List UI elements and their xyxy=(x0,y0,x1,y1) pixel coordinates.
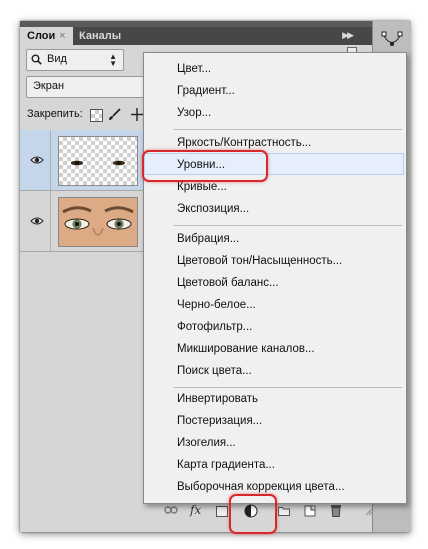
resize-grip-icon[interactable] xyxy=(364,507,372,515)
lock-move-icon[interactable] xyxy=(131,108,143,121)
menu-item-hue-saturation[interactable]: Цветовой тон/Насыщенность... xyxy=(177,255,342,267)
trash-icon[interactable] xyxy=(330,504,342,517)
menu-item-color-lookup[interactable]: Поиск цвета... xyxy=(177,365,252,377)
visibility-toggle[interactable] xyxy=(20,130,51,190)
blend-mode-select[interactable]: Экран xyxy=(26,76,146,98)
menu-item-selective-color[interactable]: Выборочная коррекция цвета... xyxy=(177,481,345,493)
eye-icon xyxy=(30,217,44,225)
tab-layers-label: Слои xyxy=(27,30,56,42)
menu-item-exposure[interactable]: Экспозиция... xyxy=(177,203,249,215)
layer-thumbnail-face xyxy=(58,197,138,247)
panel-tabs: Слои × Каналы ▶▶ xyxy=(20,27,372,45)
menu-item-curves[interactable]: Кривые... xyxy=(177,181,227,193)
blend-mode-value: Экран xyxy=(33,80,65,92)
lock-brush-icon[interactable] xyxy=(108,108,121,121)
menu-item-channel-mixer[interactable]: Микширование каналов... xyxy=(177,343,315,355)
menu-item-pattern[interactable]: Узор... xyxy=(177,107,211,119)
eye-icon xyxy=(30,156,44,164)
fx-icon[interactable]: fx xyxy=(190,503,201,517)
menu-separator xyxy=(174,225,402,226)
tab-layers[interactable]: Слои × xyxy=(20,27,73,45)
path-tool-icon[interactable] xyxy=(381,31,403,49)
folder-icon[interactable] xyxy=(278,506,290,516)
menu-item-gradient-map[interactable]: Карта градиента... xyxy=(177,459,275,471)
menu-item-photo-filter[interactable]: Фотофильтр... xyxy=(177,321,252,333)
close-icon[interactable]: × xyxy=(59,30,65,42)
collapse-panel-icon[interactable]: ▶▶ xyxy=(342,30,354,41)
menu-item-vibrance[interactable]: Вибрация... xyxy=(177,233,239,245)
link-icon[interactable] xyxy=(164,505,178,515)
adjustment-menu: Цвет... Градиент... Узор... Яркость/Конт… xyxy=(143,52,407,504)
new-layer-icon[interactable] xyxy=(304,505,316,517)
filter-select[interactable]: Вид ▲ ▼ xyxy=(26,49,124,71)
select-arrows-icon: ▲ ▼ xyxy=(109,52,117,68)
menu-separator xyxy=(174,387,402,388)
visibility-toggle[interactable] xyxy=(20,191,51,251)
adjustment-icon-annotation-ring xyxy=(229,494,277,534)
tab-channels[interactable]: Каналы xyxy=(72,27,128,45)
lock-label: Закрепить: xyxy=(27,108,83,120)
menu-item-brightness-contrast[interactable]: Яркость/Контрастность... xyxy=(177,137,311,149)
tab-channels-label: Каналы xyxy=(79,30,122,42)
menu-separator xyxy=(174,129,402,130)
menu-item-color-balance[interactable]: Цветовой баланс... xyxy=(177,277,279,289)
menu-item-black-white[interactable]: Черно-белое... xyxy=(177,299,256,311)
menu-item-posterize[interactable]: Постеризация... xyxy=(177,415,262,427)
menu-item-color[interactable]: Цвет... xyxy=(177,63,211,75)
layer-thumbnail-eyes xyxy=(58,136,138,186)
menu-item-invert[interactable]: Инвертировать xyxy=(177,393,258,405)
levels-annotation-ring xyxy=(142,150,268,182)
search-icon xyxy=(31,54,42,65)
lock-transparent-icon[interactable] xyxy=(90,109,103,122)
menu-item-gradient[interactable]: Градиент... xyxy=(177,85,235,97)
mask-icon[interactable] xyxy=(216,506,228,517)
filter-label: Вид xyxy=(47,53,67,65)
menu-item-threshold[interactable]: Изогелия... xyxy=(177,437,236,449)
